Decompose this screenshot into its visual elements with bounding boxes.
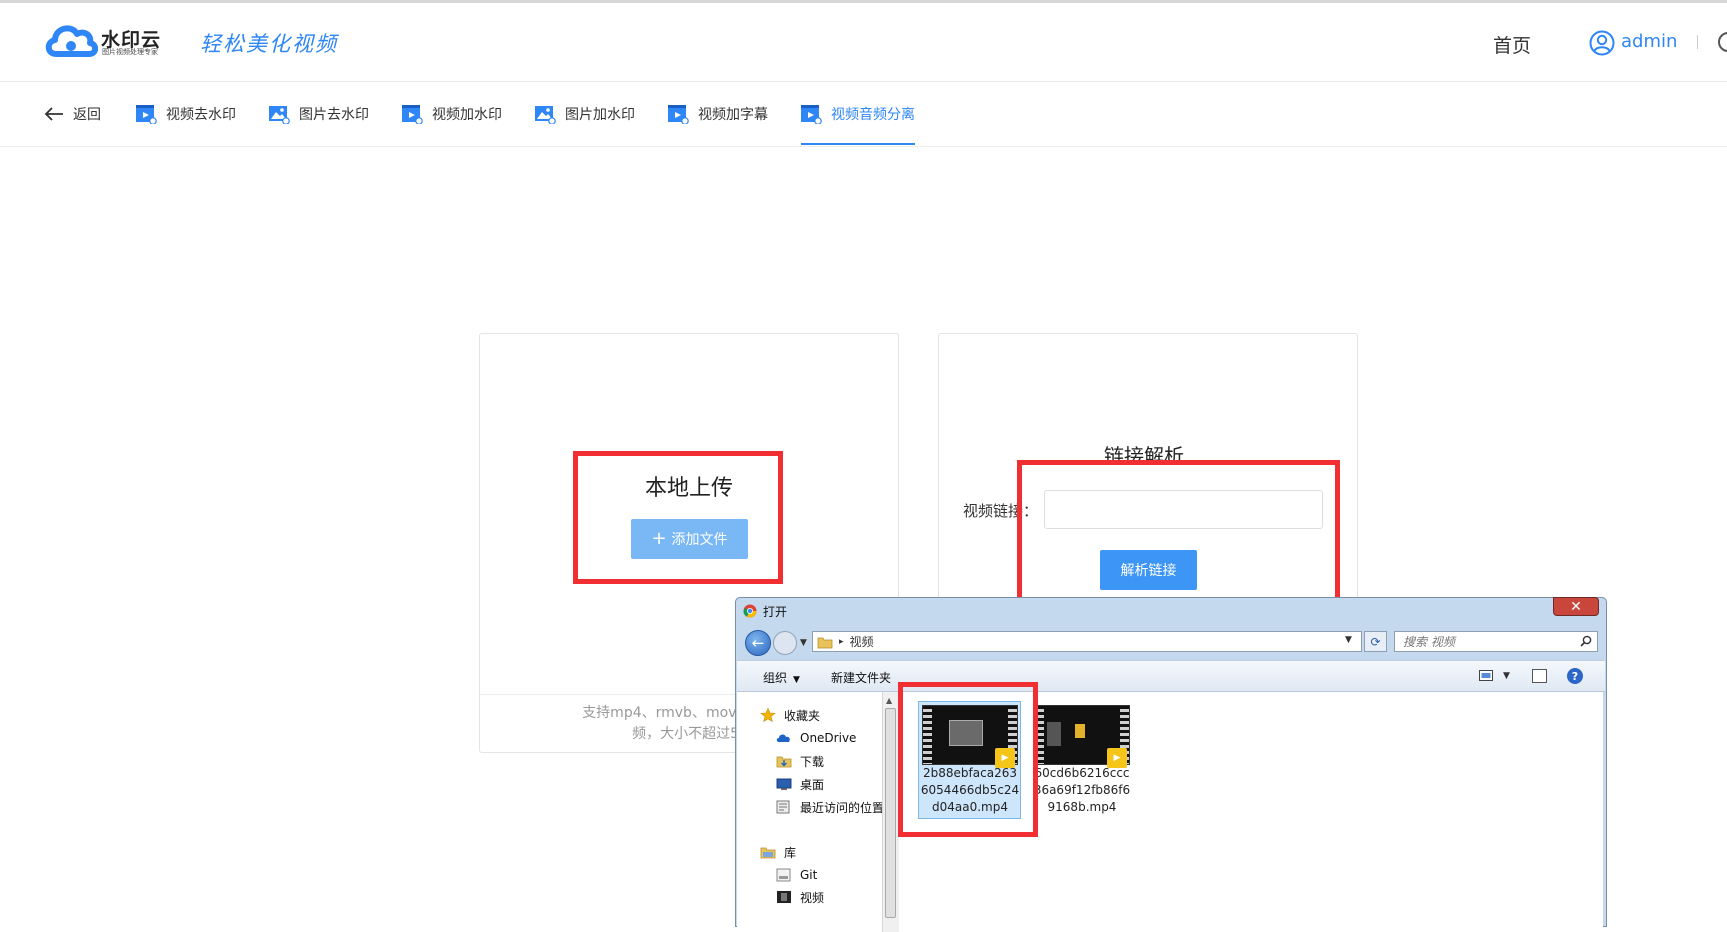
download-folder-icon [776,756,792,768]
tool-label: 图片加水印 [565,107,635,123]
desktop-icon [776,778,792,790]
address-dropdown-icon[interactable]: ▼ [1345,635,1352,645]
arrow-left-icon: ← [751,634,765,652]
scroll-up-icon[interactable]: ▲ [886,696,892,705]
image-icon [535,106,556,124]
nav-recent[interactable]: 最近访问的位置 [776,797,884,817]
nav-onedrive[interactable]: OneDrive [776,728,856,748]
video-link-input[interactable] [1044,490,1323,529]
nav-downloads[interactable]: 下载 [776,751,824,771]
new-folder-button[interactable]: 新建文件夹 [831,669,891,686]
video-library-icon [777,891,791,903]
view-options-icon[interactable] [1479,670,1495,682]
close-icon: ✕ [1570,598,1582,615]
tool-label: 视频加字幕 [698,107,768,123]
chevron-down-icon: ▼ [793,675,800,685]
user-icon[interactable] [1589,30,1615,56]
tool-image-add-watermark[interactable]: 图片加水印 [534,82,635,146]
organize-menu[interactable]: 组织 ▼ [763,669,800,686]
nav-pane-scroll-thumb[interactable] [885,708,896,918]
dialog-back-button[interactable]: ← [745,630,771,656]
nav-home-link[interactable]: 首页 [1493,31,1531,58]
tool-video-remove-watermark[interactable]: 视频去水印 [135,82,236,146]
video-icon [801,105,822,124]
add-file-label: 添加文件 [671,532,728,548]
tool-image-remove-watermark[interactable]: 图片去水印 [268,82,369,146]
brand-subtitle: 图片视频处理专家 [102,48,158,56]
preview-pane-icon[interactable] [1532,669,1547,683]
image-icon [269,106,290,124]
tool-video-audio-separate[interactable]: 视频音频分离 [800,82,915,146]
user-name-link[interactable]: admin [1621,31,1677,52]
video-thumbnail: ▶ [1034,705,1130,768]
arrow-left-icon [44,107,63,121]
parse-link-button[interactable]: 解析链接 [1100,550,1197,590]
back-button[interactable]: 返回 [44,82,101,146]
link-parse-title: 链接解析 [1104,444,1184,468]
dialog-close-button[interactable]: ✕ [1553,597,1599,616]
add-file-button[interactable]: + 添加文件 [631,519,748,559]
video-icon [136,105,157,124]
tool-navigation-bar: 返回 视频去水印 图片去水印 视频加水印 图片加水印 视频加字幕 视频音频分离 [0,82,1727,147]
dialog-title: 打开 [763,605,788,619]
nav-git[interactable]: Git [776,865,817,885]
tool-label: 视频去水印 [166,107,236,123]
back-label: 返回 [73,107,101,123]
star-icon [760,708,776,722]
header-divider [1697,35,1698,49]
search-icon[interactable] [1580,635,1592,647]
tool-video-add-subtitle[interactable]: 视频加字幕 [667,82,768,146]
nav-libraries[interactable]: 库 [760,842,796,862]
help-icon[interactable]: ? [1567,668,1583,684]
breadcrumb-arrow-icon: ▸ [839,636,844,647]
nav-favorites[interactable]: 收藏夹 [760,705,820,725]
video-thumbnail: ▶ [922,705,1018,768]
plus-icon: + [651,528,667,549]
local-upload-title: 本地上传 [645,476,734,501]
video-icon [668,105,689,124]
refresh-icon[interactable]: ⟳ [1364,631,1387,652]
nav-desktop[interactable]: 桌面 [759,773,902,795]
address-path: 视频 [849,635,874,649]
address-bar[interactable]: ▸ 视频 [812,631,1362,652]
file-name: 2b88ebfaca263 6054466db5c24 d04aa0.mp4 [920,766,1020,814]
dialog-search-input[interactable] [1394,631,1598,652]
library-icon [760,847,776,859]
video-icon [402,105,423,124]
view-dropdown-icon[interactable]: ▼ [1503,671,1510,681]
active-tab-indicator [801,143,915,145]
file-name: 60cd6b6216ccc 36a69f12fb86f6 9168b.mp4 [1033,766,1131,814]
nav-videos[interactable]: 视频 [776,887,824,907]
git-folder-icon [776,868,791,882]
folder-icon [817,637,833,648]
dialog-forward-button[interactable] [773,631,797,655]
recent-places-icon [776,800,790,814]
video-link-label: 视频链接： [963,502,1039,520]
tool-label: 图片去水印 [299,107,369,123]
history-dropdown-icon[interactable]: ▼ [800,638,807,648]
tool-video-add-watermark[interactable]: 视频加水印 [401,82,502,146]
slogan: 轻松美化视频 [200,32,338,56]
chrome-icon [743,604,757,618]
tool-label: 视频加水印 [432,107,502,123]
tool-label: 视频音频分离 [831,107,915,123]
cloud-icon [776,734,790,742]
cloud-logo-icon [45,25,98,57]
